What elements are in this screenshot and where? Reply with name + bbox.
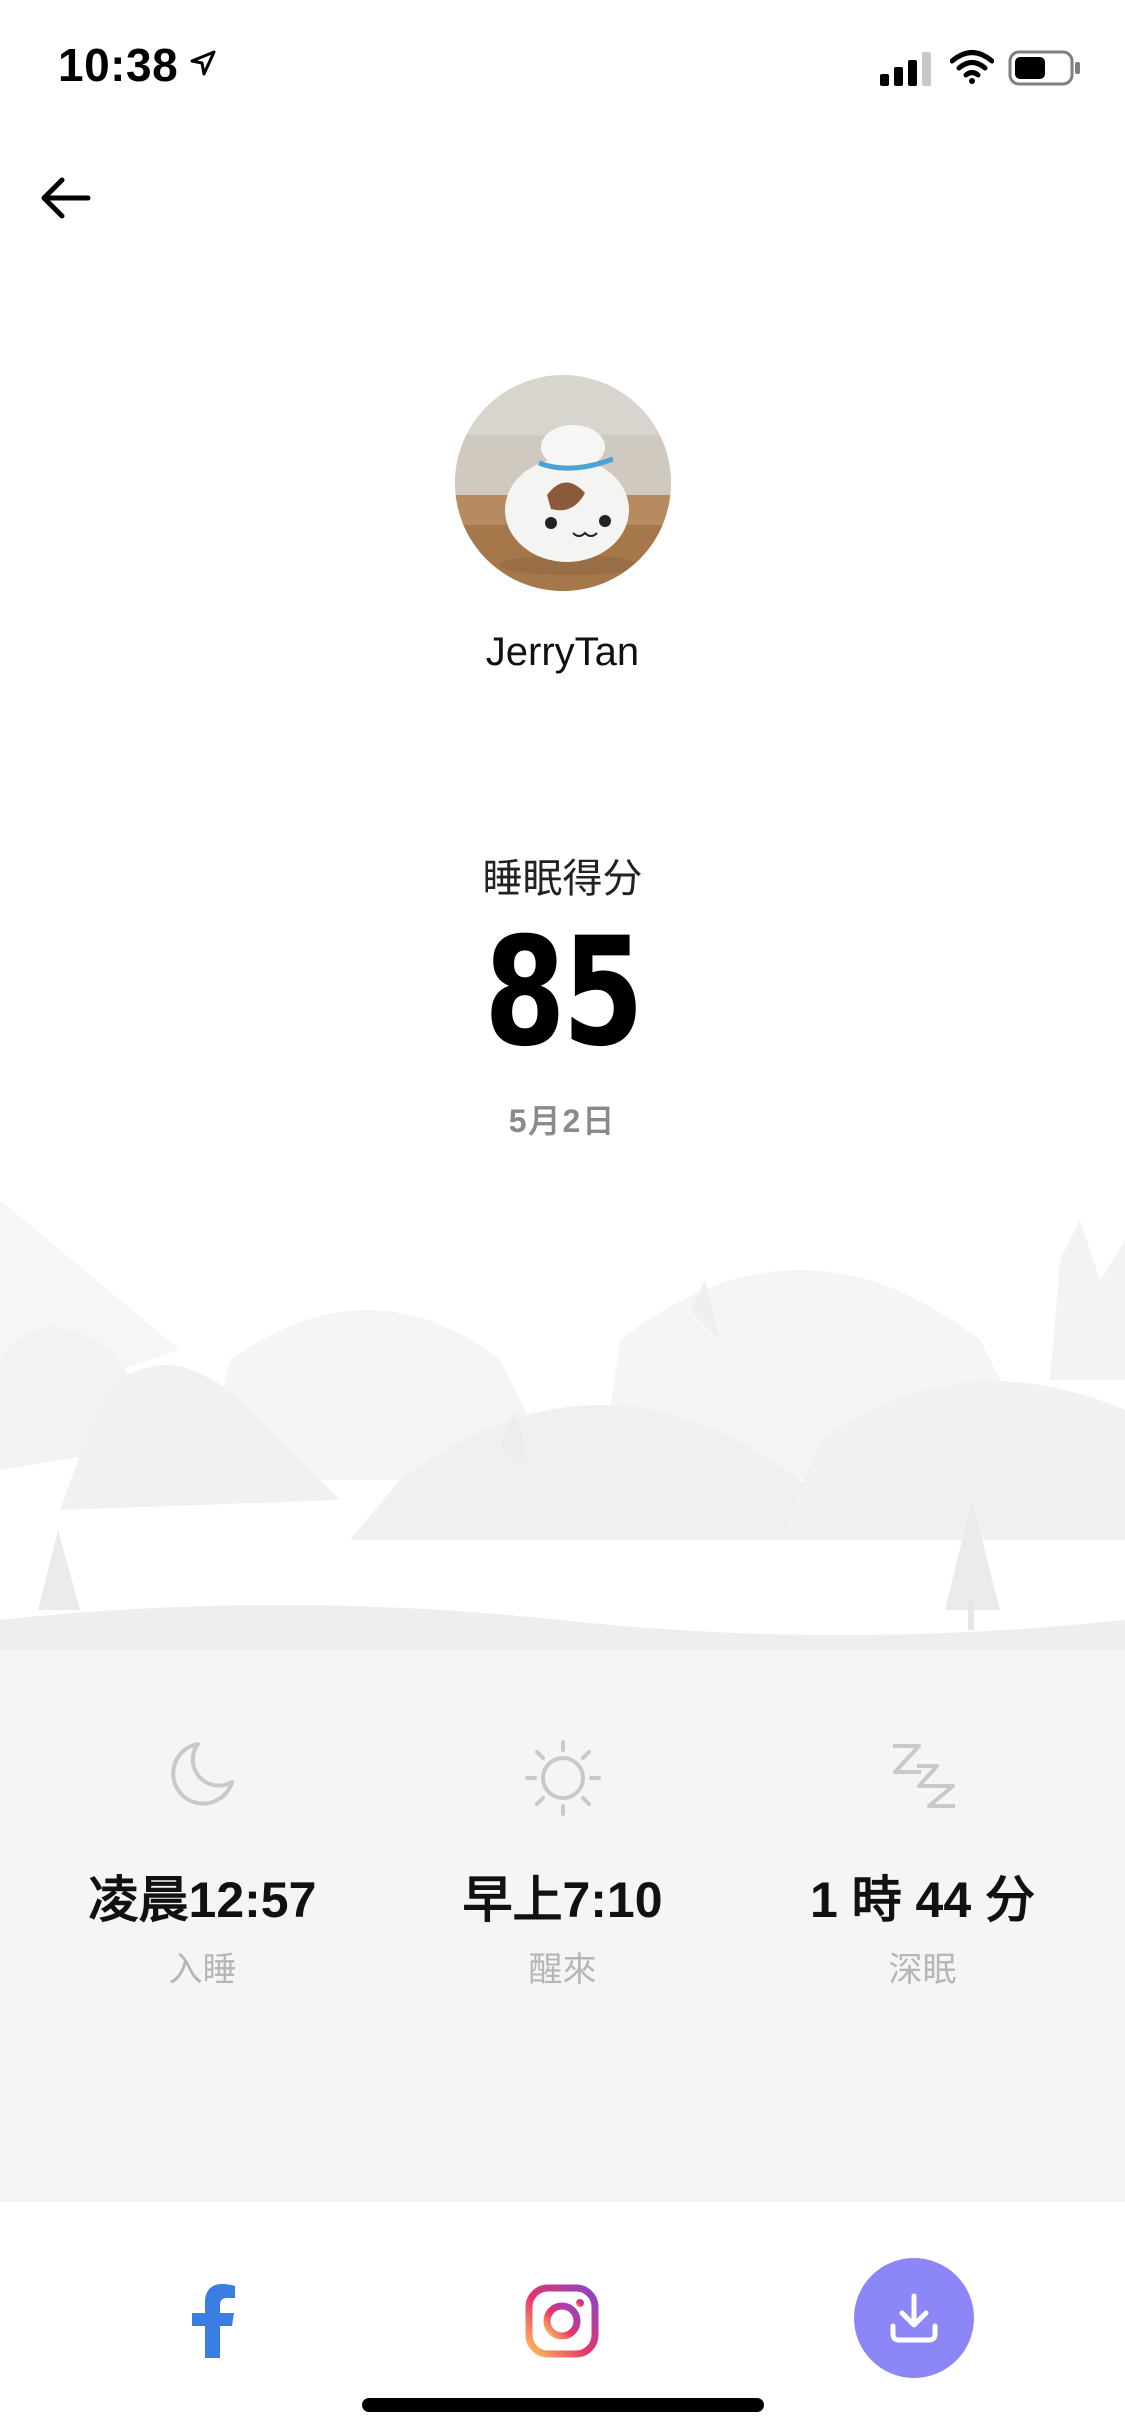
username: JerryTan bbox=[485, 630, 640, 674]
back-arrow-icon[interactable] bbox=[36, 168, 96, 228]
zzz-icon bbox=[892, 1744, 955, 1808]
avatar bbox=[455, 375, 671, 591]
sleep-time-value: 凌晨12:57 bbox=[88, 1872, 317, 1928]
wake-time-value: 早上7:10 bbox=[462, 1872, 663, 1928]
sleep-score-date: 5月2日 bbox=[508, 1103, 617, 1139]
sleep-stats-panel: 凌晨12:57 入睡 早上7:10 醒來 1 時 44 分 深眠 bbox=[0, 1650, 1125, 2202]
moon-icon bbox=[170, 1742, 234, 1806]
sleep-time-label: 入睡 bbox=[168, 1951, 237, 1989]
home-indicator[interactable] bbox=[362, 2398, 764, 2412]
sun-icon bbox=[524, 1740, 601, 1816]
cellular-signal-icon bbox=[880, 52, 931, 86]
sleep-score-value: 85 bbox=[484, 906, 644, 1080]
battery-icon bbox=[1008, 50, 1080, 86]
facebook-icon[interactable] bbox=[186, 2284, 238, 2358]
mountain-landscape-illustration bbox=[0, 1200, 1125, 1650]
download-icon bbox=[890, 2293, 938, 2343]
wifi-icon bbox=[950, 50, 994, 84]
deep-sleep-label: 深眠 bbox=[888, 1951, 957, 1989]
download-button[interactable] bbox=[854, 2258, 974, 2378]
sleep-score-title: 睡眠得分 bbox=[482, 857, 643, 901]
instagram-icon[interactable] bbox=[525, 2284, 599, 2358]
wake-time-label: 醒來 bbox=[528, 1951, 597, 1989]
deep-sleep-value: 1 時 44 分 bbox=[809, 1872, 1036, 1928]
location-arrow-icon bbox=[190, 50, 216, 76]
status-time: 10:38 bbox=[58, 39, 179, 91]
